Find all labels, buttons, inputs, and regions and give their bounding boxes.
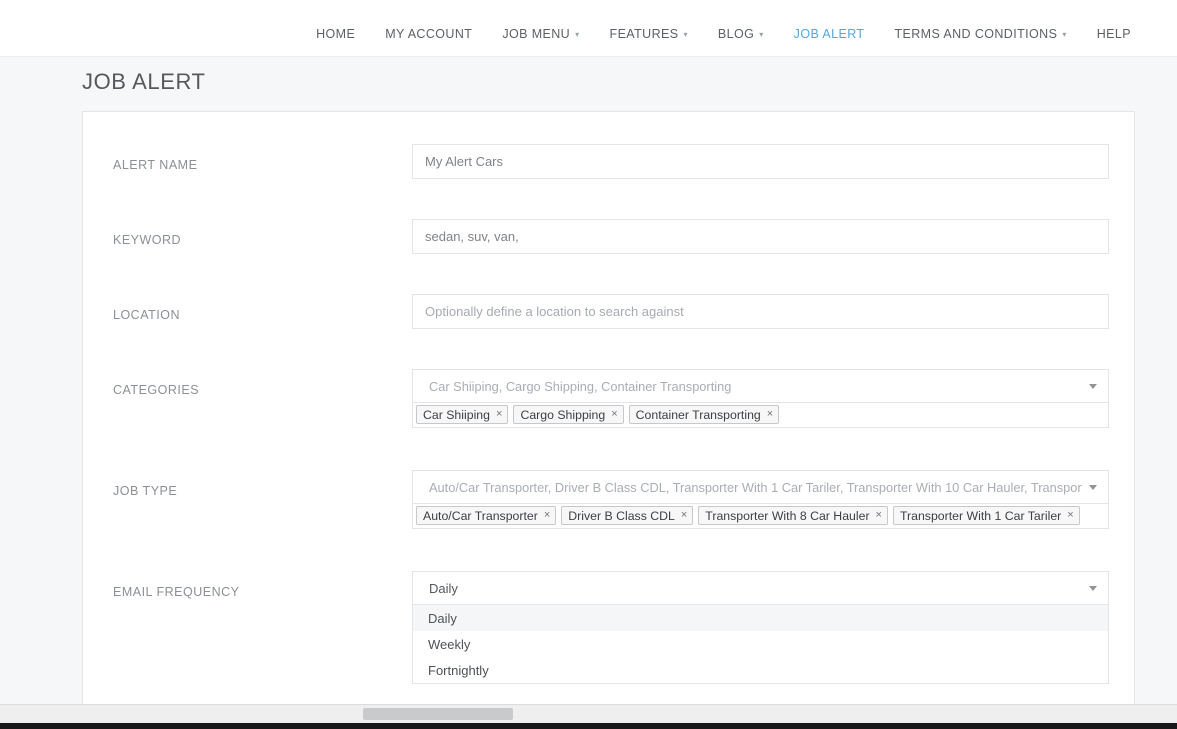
nav-item-job-menu[interactable]: JOB MENU ▾ — [502, 27, 579, 41]
job-type-tag[interactable]: Transporter With 8 Car Hauler × — [698, 506, 888, 525]
chevron-down-icon: ▾ — [1062, 30, 1067, 39]
category-tag[interactable]: Container Transporting × — [628, 405, 780, 424]
close-icon[interactable]: × — [496, 409, 502, 420]
alert-name-label: ALERT NAME — [113, 158, 198, 172]
nav-item-my-account[interactable]: MY ACCOUNT — [385, 27, 472, 41]
job-type-select-value: Auto/Car Transporter, Driver B Class CDL… — [429, 479, 1082, 495]
job-type-tag[interactable]: Transporter With 1 Car Tariler × — [892, 506, 1080, 525]
close-icon[interactable]: × — [767, 409, 773, 420]
job-type-label: JOB TYPE — [113, 484, 178, 498]
email-frequency-option-fortnightly[interactable]: Fortnightly — [413, 657, 1108, 683]
location-label: LOCATION — [113, 308, 180, 322]
page-title: JOB ALERT — [82, 69, 206, 94]
nav-item-job-alert[interactable]: JOB ALERT — [794, 27, 865, 41]
window-bottom-edge — [0, 723, 1177, 729]
email-frequency-label: EMAIL FREQUENCY — [113, 585, 240, 599]
categories-label: CATEGORIES — [113, 383, 200, 397]
nav-item-label: HOME — [316, 27, 356, 41]
chevron-down-icon — [1089, 485, 1097, 490]
category-tag-label: Container Transporting — [635, 407, 761, 422]
job-type-tag-label: Driver B Class CDL — [568, 508, 675, 523]
email-frequency-option-weekly[interactable]: Weekly — [413, 631, 1108, 657]
job-type-tag[interactable]: Auto/Car Transporter × — [416, 506, 557, 525]
categories-select[interactable]: Car Shiiping, Cargo Shipping, Container … — [412, 369, 1109, 403]
nav-item-blog[interactable]: BLOG ▾ — [718, 27, 764, 41]
page-body: JOB ALERT ALERT NAME My Alert Cars KEYWO… — [0, 56, 1177, 704]
chevron-down-icon: ▾ — [683, 30, 688, 39]
category-tag-label: Cargo Shipping — [520, 407, 606, 422]
nav-item-label: TERMS AND CONDITIONS — [894, 27, 1058, 41]
chevron-down-icon — [1089, 384, 1097, 389]
job-type-select[interactable]: Auto/Car Transporter, Driver B Class CDL… — [412, 470, 1109, 504]
job-type-tag[interactable]: Driver B Class CDL × — [561, 506, 694, 525]
nav-item-home[interactable]: HOME — [316, 27, 355, 41]
chevron-down-icon — [1089, 586, 1097, 591]
categories-tag-list: Car Shiiping × Cargo Shipping × Containe… — [412, 403, 1109, 428]
keyword-label: KEYWORD — [113, 233, 182, 247]
category-tag-label: Car Shiiping — [423, 407, 490, 422]
nav-item-label: BLOG — [717, 27, 755, 41]
nav-item-terms-and-conditions[interactable]: TERMS AND CONDITIONS ▾ — [894, 27, 1066, 41]
nav-item-label: JOB MENU — [502, 27, 571, 41]
close-icon[interactable]: × — [876, 510, 882, 521]
email-frequency-option-daily[interactable]: Daily — [413, 605, 1108, 631]
job-type-tag-list: Auto/Car Transporter × Driver B Class CD… — [412, 504, 1109, 529]
close-icon[interactable]: × — [611, 409, 617, 420]
email-frequency-selected-value: Daily — [429, 580, 458, 596]
nav-item-label: JOB ALERT — [793, 27, 865, 41]
horizontal-scrollbar[interactable] — [0, 704, 1177, 723]
nav-item-help[interactable]: HELP — [1097, 27, 1131, 41]
close-icon[interactable]: × — [544, 510, 550, 521]
nav-item-label: FEATURES — [609, 27, 679, 41]
job-type-tag-label: Transporter With 8 Car Hauler — [705, 508, 870, 523]
job-type-tag-label: Auto/Car Transporter — [423, 508, 538, 523]
email-frequency-dropdown-list: Daily Weekly Fortnightly — [412, 605, 1109, 684]
close-icon[interactable]: × — [681, 510, 687, 521]
job-alert-form-card: ALERT NAME My Alert Cars KEYWORD sedan, … — [82, 111, 1135, 704]
nav-item-label: MY ACCOUNT — [385, 27, 473, 41]
alert-name-input[interactable]: My Alert Cars — [412, 144, 1109, 179]
location-input[interactable]: Optionally define a location to search a… — [412, 294, 1109, 329]
category-tag[interactable]: Car Shiiping × — [416, 405, 509, 424]
category-tag[interactable]: Cargo Shipping × — [513, 405, 624, 424]
categories-select-value: Car Shiiping, Cargo Shipping, Container … — [429, 378, 732, 394]
nav-item-label: HELP — [1096, 27, 1131, 41]
chevron-down-icon: ▾ — [759, 30, 764, 39]
horizontal-scrollbar-thumb[interactable] — [363, 708, 513, 720]
nav-item-features[interactable]: FEATURES ▾ — [610, 27, 688, 41]
keyword-input[interactable]: sedan, suv, van, — [412, 219, 1109, 254]
chevron-down-icon: ▾ — [575, 30, 580, 39]
job-type-tag-label: Transporter With 1 Car Tariler — [899, 508, 1062, 523]
email-frequency-select[interactable]: Daily — [412, 571, 1109, 605]
close-icon[interactable]: × — [1067, 510, 1073, 521]
